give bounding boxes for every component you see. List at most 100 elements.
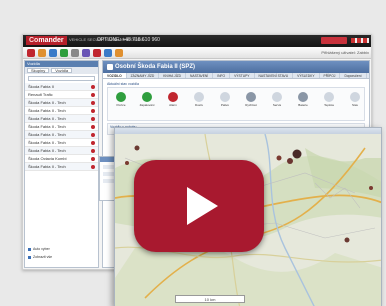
vehicle-search-input[interactable] [28, 76, 95, 81]
vehicle-marker[interactable] [287, 158, 293, 164]
vehicle-name: Renault Trafic [28, 92, 53, 97]
state-label: Zapalování [139, 103, 155, 107]
vehicle-state-item[interactable]: Teplota [319, 92, 339, 108]
logo-part1: Co [29, 37, 39, 44]
tab-info[interactable]: INFO [213, 73, 231, 78]
tab-recommendation[interactable]: Doporučení [340, 73, 367, 78]
state-indicator-icon [168, 92, 178, 102]
tab-vehicles[interactable]: Vozidla [51, 68, 73, 73]
vehicle-list-item[interactable]: Škoda Fabia II - Tech [25, 107, 98, 115]
vehicle-status-icon [91, 149, 95, 153]
vehicle-status-icon [91, 125, 95, 129]
logo-part2: mander [38, 37, 64, 44]
vehicle-list-item[interactable]: Škoda Fabia II - Tech [25, 131, 98, 139]
vehicle-list-item[interactable]: Škoda Fabia II - Tech [25, 115, 98, 123]
vehicle-panel-tabs: Skupiny Vozidla [25, 67, 98, 74]
vehicle-state-item[interactable]: Servis [267, 92, 287, 108]
vehicle-state-item[interactable]: Rychlost [241, 92, 261, 108]
tab-logbook[interactable]: KNIHA JÍZD [159, 73, 187, 78]
state-indicator-icon [116, 92, 126, 102]
state-indicator-icon [324, 92, 334, 102]
map-scale-bar: 10 km [175, 295, 245, 303]
vehicle-list-item[interactable]: Škoda Fabia II - Tech [25, 99, 98, 107]
vehicle-name: Škoda Octavia Kombi [28, 156, 67, 161]
header-logout-button[interactable] [321, 37, 347, 44]
vehicle-status-icon [91, 133, 95, 137]
tab-results[interactable]: VÝSLEDKY [293, 73, 320, 78]
vehicle-state-item[interactable]: Alarm [163, 92, 183, 108]
vehicle-marker[interactable] [125, 161, 129, 165]
map-window-header [115, 128, 381, 134]
tab-settings[interactable]: NASTAVENÍ [186, 73, 214, 78]
state-indicator-icon [220, 92, 230, 102]
state-label: Rychlost [245, 103, 257, 107]
vehicle-state-grid: Pozice Zapalování Alarm Dveře Palivo Rychlost… [107, 87, 365, 121]
alarm-icon[interactable] [93, 49, 101, 57]
main-toolbar: Přihlášený uživatel: Zabbix [23, 47, 371, 59]
play-triangle-icon [187, 187, 218, 225]
help-icon[interactable] [115, 49, 123, 57]
state-indicator-icon [272, 92, 282, 102]
state-label: Alarm [169, 103, 177, 107]
app-logo[interactable]: Comander [26, 36, 67, 45]
vehicle-marker[interactable] [134, 145, 140, 151]
tab-outputs[interactable]: VÝSTUPY [230, 73, 255, 78]
vehicle-name: Škoda Fabia II - Tech [28, 116, 66, 121]
vehicle-list-item[interactable]: Škoda Fabia II - Tech [25, 123, 98, 131]
state-indicator-icon [194, 92, 204, 102]
vehicle-list-panel: Vozidla Skupiny Vozidla Škoda Fabia II R… [24, 60, 99, 268]
state-label: Teplota [324, 103, 334, 107]
vehicle-name: Škoda Fabia II [28, 84, 54, 89]
tab-state-settings[interactable]: NASTAVENÍ STAVU [255, 73, 294, 78]
language-flags[interactable] [351, 38, 369, 43]
vehicle-marker[interactable] [344, 237, 350, 243]
info-icon[interactable] [104, 49, 112, 57]
state-indicator-icon [298, 92, 308, 102]
vehicle-list-item[interactable]: Škoda Fabia II [25, 83, 98, 91]
vehicle-state-item[interactable]: Pozice [111, 92, 131, 108]
tab-groups[interactable]: Skupiny [27, 68, 50, 73]
vehicle-marker[interactable] [292, 149, 302, 159]
video-play-button[interactable] [134, 160, 264, 252]
settings-icon[interactable] [71, 49, 79, 57]
vehicle-state-heading: Aktuální stav vozidla [107, 82, 139, 86]
vehicle-list-item[interactable]: Škoda Fabia II - Tech [25, 163, 98, 171]
header-phone: OPTIONE: +48 718 610 960 [97, 37, 160, 43]
tab-connection[interactable]: PŘÍPOJ [320, 73, 341, 78]
state-indicator-icon [350, 92, 360, 102]
map-icon[interactable] [49, 49, 57, 57]
vehicle-state-item[interactable]: Baterie [293, 92, 313, 108]
auto-select-checkbox[interactable]: Auto vyber [28, 247, 50, 251]
vehicle-list-item[interactable]: Škoda Octavia Kombi [25, 155, 98, 163]
app-header: Comander VEHICLE SECURITY AND MONITORING… [23, 35, 371, 47]
vehicle-marker[interactable] [369, 186, 373, 190]
state-label: Baterie [298, 103, 308, 107]
state-label: Dveře [194, 103, 203, 107]
state-label: Servis [272, 103, 282, 107]
home-icon[interactable] [27, 49, 35, 57]
vehicle-marker[interactable] [276, 155, 282, 161]
vehicle-status-icon [91, 93, 95, 97]
vehicle-name: Škoda Fabia II - Tech [28, 100, 66, 105]
vehicle-state-item[interactable]: Palivo [215, 92, 235, 108]
vehicle-list-item[interactable]: Škoda Fabia II - Tech [25, 139, 98, 147]
vehicle-list-item[interactable]: Renault Trafic [25, 91, 98, 99]
vehicle-icon[interactable] [38, 49, 46, 57]
report-icon[interactable] [60, 49, 68, 57]
state-label: Stav [351, 103, 358, 107]
vehicle-list-item[interactable]: Škoda Fabia II - Tech [25, 147, 98, 155]
vehicle-status-icon [91, 117, 95, 121]
tab-vehicle[interactable]: VOZIDLO [103, 73, 127, 78]
vehicle-status-icon [91, 109, 95, 113]
show-all-checkbox[interactable]: Zobrazit vše [28, 255, 52, 259]
users-icon[interactable] [82, 49, 90, 57]
tab-trip-records[interactable]: ZÁZNAMY JÍZD [127, 73, 160, 78]
vehicle-detail-title: Osobní Škoda Fabia II (SPZ) [103, 61, 369, 73]
vehicle-status-icon [91, 165, 95, 169]
vehicle-name: Škoda Fabia II - Tech [28, 164, 66, 169]
vehicle-name: Škoda Fabia II - Tech [28, 148, 66, 153]
vehicle-state-item[interactable]: Zapalování [137, 92, 157, 108]
logged-user-info: Přihlášený uživatel: Zabbix [321, 50, 369, 55]
vehicle-state-item[interactable]: Stav [345, 92, 365, 108]
vehicle-state-item[interactable]: Dveře [189, 92, 209, 108]
